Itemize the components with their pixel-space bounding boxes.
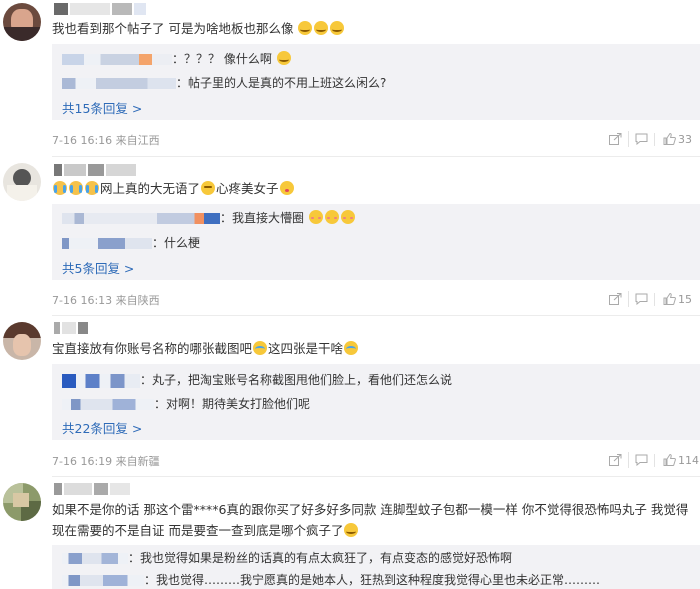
reply-item: ：？？？ 像什么啊: [62, 49, 292, 69]
reply-item: ：我也觉得………我宁愿真的是她本人，狂热到这种程度我觉得心里也未必正常………: [62, 570, 600, 589]
username[interactable]: [54, 164, 136, 176]
emoji-icon: [201, 181, 216, 195]
emoji-icon: [330, 21, 345, 35]
thumbs-up-icon: [663, 454, 676, 466]
username[interactable]: [54, 322, 88, 334]
comment-actions: 15: [602, 291, 700, 307]
reply-item: ：丸子，把淘宝账号名称截图甩他们脸上，看他们还怎么说: [62, 370, 452, 390]
reply-username[interactable]: [62, 54, 172, 65]
reply-box: ：丸子，把淘宝账号名称截图甩他们脸上，看他们还怎么说 ：对啊！期待美女打脸他们呢…: [52, 364, 700, 440]
reply-item: ：对啊！期待美女打脸他们呢: [62, 394, 310, 414]
reply-username[interactable]: [62, 213, 220, 224]
username[interactable]: [54, 3, 146, 15]
comment-icon[interactable]: [628, 131, 654, 147]
comment-text: 如果不是你的话 那这个雷****6真的跟你买了好多好多同款 连脚型蚊子包都一模一…: [52, 502, 689, 538]
comment-text: 网上真的大无语了 心疼美女子: [52, 178, 295, 199]
avatar[interactable]: [3, 483, 41, 521]
emoji-icon: [344, 341, 359, 355]
divider: [52, 156, 700, 157]
reply-username[interactable]: [62, 238, 152, 249]
comment-text: 宝直接放有你账号名称的哪张截图吧 这四张是干啥: [52, 338, 359, 359]
reply-item: ：我也觉得如果是粉丝的话真的有点太疯狂了，有点变态的感觉好恐怖啊: [62, 548, 512, 568]
like-button[interactable]: 33: [654, 132, 700, 146]
share-icon[interactable]: [602, 291, 628, 307]
like-count: 33: [678, 132, 692, 146]
emoji-icon: [69, 181, 83, 195]
emoji-icon: [308, 210, 323, 224]
share-icon[interactable]: [602, 131, 628, 147]
avatar[interactable]: [3, 163, 41, 201]
view-replies-link[interactable]: 共22条回复 >: [62, 418, 142, 437]
reply-box: ：？？？ 像什么啊 ：帖子里的人是真的不用上班这么闲么? 共15条回复 >: [52, 44, 700, 120]
comment-meta: 7-16 16:13 来自陕西: [52, 294, 160, 307]
divider: [52, 315, 700, 316]
comment-text: 我也看到那个帖子了 可是为啥地板也那么像: [52, 18, 345, 39]
comment-meta: 7-16 16:19 来自新疆: [52, 455, 160, 468]
reply-username[interactable]: [62, 399, 154, 410]
divider: [52, 476, 700, 477]
avatar[interactable]: [3, 322, 41, 360]
emoji-icon: [85, 181, 99, 195]
reply-username[interactable]: [62, 553, 128, 564]
emoji-icon: [279, 181, 294, 195]
emoji-icon: [324, 210, 339, 224]
comment-icon[interactable]: [628, 291, 654, 307]
reply-username[interactable]: [62, 78, 176, 89]
emoji-icon: [276, 51, 291, 65]
like-button[interactable]: 15: [654, 292, 700, 306]
view-replies-link[interactable]: 共5条回复 >: [62, 258, 134, 277]
reply-box: ：我也觉得如果是粉丝的话真的有点太疯狂了，有点变态的感觉好恐怖啊 ：我也觉得………: [52, 545, 700, 589]
avatar[interactable]: [3, 3, 41, 41]
emoji-icon: [344, 523, 359, 537]
emoji-icon: [53, 181, 67, 195]
reply-username[interactable]: [62, 373, 140, 388]
emoji-icon: [314, 21, 329, 35]
comment-actions: 33: [602, 131, 700, 147]
share-icon[interactable]: [602, 452, 628, 468]
thumbs-up-icon: [663, 133, 676, 145]
view-replies-link[interactable]: 共15条回复 >: [62, 98, 142, 117]
like-count: 15: [678, 292, 692, 306]
emoji-icon: [340, 210, 355, 224]
comment-actions: 114: [602, 452, 700, 468]
reply-username[interactable]: [62, 575, 144, 586]
thumbs-up-icon: [663, 293, 676, 305]
emoji-icon: [298, 21, 313, 35]
like-count: 114: [678, 453, 699, 467]
comment-meta: 7-16 16:16 来自江西: [52, 134, 160, 147]
comment-icon[interactable]: [628, 452, 654, 468]
reply-box: ：我直接大懵圈 ：什么梗 共5条回复 >: [52, 204, 700, 280]
reply-item: ：帖子里的人是真的不用上班这么闲么?: [62, 73, 386, 93]
like-button[interactable]: 114: [654, 453, 700, 467]
reply-item: ：我直接大懵圈: [62, 208, 356, 228]
username[interactable]: [54, 483, 130, 495]
reply-item: ：什么梗: [62, 233, 200, 253]
emoji-icon: [253, 341, 268, 355]
